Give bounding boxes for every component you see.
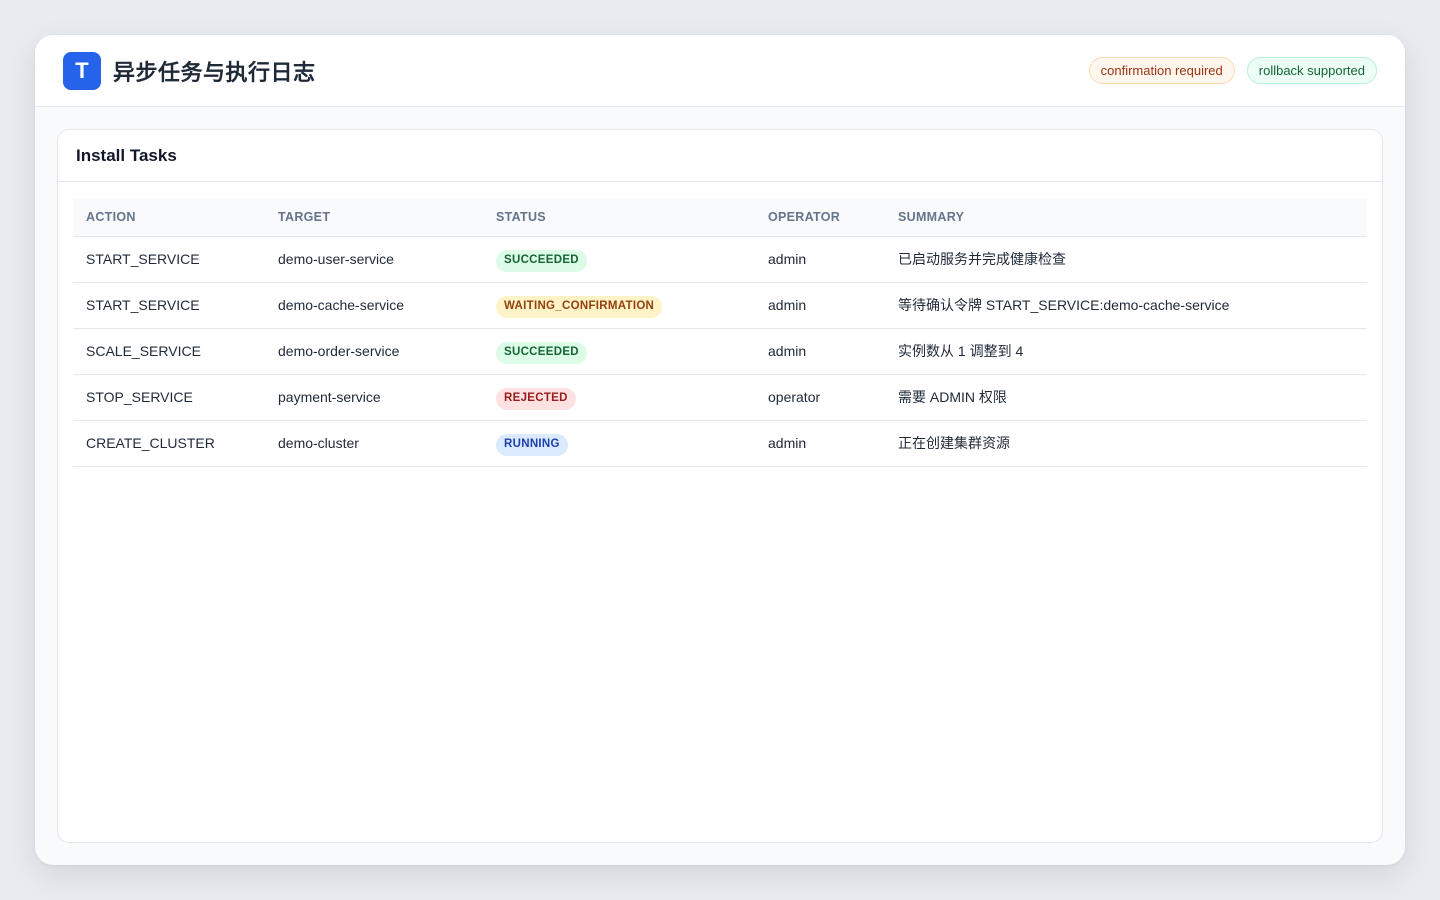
- cell-status: SUCCEEDED: [483, 236, 755, 283]
- cell-target: demo-user-service: [265, 236, 483, 283]
- table-row[interactable]: STOP_SERVICE payment-service REJECTED opera…: [73, 374, 1367, 421]
- status-badge: SUCCEEDED: [496, 250, 587, 272]
- cell-summary: 等待确认令牌 START_SERVICE:demo-cache-service: [885, 282, 1367, 329]
- cell-operator: admin: [755, 420, 885, 467]
- column-header-status[interactable]: STATUS: [483, 198, 755, 237]
- confirmation-required-badge: confirmation required: [1088, 57, 1235, 84]
- cell-action: START_SERVICE: [73, 282, 265, 329]
- status-badge: RUNNING: [496, 434, 568, 456]
- cell-operator: admin: [755, 282, 885, 329]
- cell-target: demo-order-service: [265, 328, 483, 375]
- capability-badges: confirmation required rollback supported: [1088, 57, 1377, 84]
- cell-action: STOP_SERVICE: [73, 374, 265, 421]
- tasks-table: ACTION TARGET STATUS OPERATOR SUMMARY ST…: [73, 198, 1367, 467]
- column-header-summary[interactable]: SUMMARY: [885, 198, 1367, 237]
- table-header-row: ACTION TARGET STATUS OPERATOR SUMMARY: [73, 198, 1367, 237]
- table-body: START_SERVICE demo-user-service SUCCEEDED a…: [73, 236, 1367, 467]
- table-row[interactable]: START_SERVICE demo-cache-service WAITING_C…: [73, 282, 1367, 329]
- page-title: 异步任务与执行日志: [113, 59, 316, 85]
- table-container: ACTION TARGET STATUS OPERATOR SUMMARY ST…: [58, 182, 1382, 467]
- column-header-operator[interactable]: OPERATOR: [755, 198, 885, 237]
- top-bar: T 异步任务与执行日志 confirmation required rollba…: [35, 35, 1405, 107]
- cell-summary: 正在创建集群资源: [885, 420, 1367, 467]
- app-logo: T: [63, 51, 101, 90]
- install-tasks-panel: Install Tasks ACTION TARGET STATUS OPERA…: [57, 129, 1383, 843]
- cell-action: CREATE_CLUSTER: [73, 420, 265, 467]
- status-badge: WAITING_CONFIRMATION: [496, 296, 663, 318]
- cell-operator: operator: [755, 374, 885, 421]
- panel-header: Install Tasks: [58, 130, 1382, 182]
- column-header-target[interactable]: TARGET: [265, 198, 483, 237]
- table-row[interactable]: SCALE_SERVICE demo-order-service SUCCEEDED…: [73, 328, 1367, 375]
- cell-operator: admin: [755, 236, 885, 283]
- cell-summary: 需要 ADMIN 权限: [885, 374, 1367, 421]
- cell-target: demo-cache-service: [265, 282, 483, 329]
- rollback-supported-badge: rollback supported: [1246, 57, 1377, 84]
- cell-summary: 已启动服务并完成健康检查: [885, 236, 1367, 283]
- table-row[interactable]: CREATE_CLUSTER demo-cluster RUNNING admin 正在…: [73, 420, 1367, 467]
- cell-operator: admin: [755, 328, 885, 375]
- app-window: T 异步任务与执行日志 confirmation required rollba…: [35, 35, 1405, 865]
- cell-status: WAITING_CONFIRMATION: [483, 282, 755, 329]
- status-badge: SUCCEEDED: [496, 342, 587, 364]
- cell-target: payment-service: [265, 374, 483, 421]
- cell-summary: 实例数从 1 调整到 4: [885, 328, 1367, 375]
- cell-status: REJECTED: [483, 374, 755, 421]
- cell-action: SCALE_SERVICE: [73, 328, 265, 375]
- cell-action: START_SERVICE: [73, 236, 265, 283]
- status-badge: REJECTED: [496, 388, 576, 410]
- cell-target: demo-cluster: [265, 420, 483, 467]
- cell-status: RUNNING: [483, 420, 755, 467]
- table-row[interactable]: START_SERVICE demo-user-service SUCCEEDED a…: [73, 236, 1367, 283]
- panel-title: Install Tasks: [76, 145, 177, 165]
- column-header-action[interactable]: ACTION: [73, 198, 265, 237]
- cell-status: SUCCEEDED: [483, 328, 755, 375]
